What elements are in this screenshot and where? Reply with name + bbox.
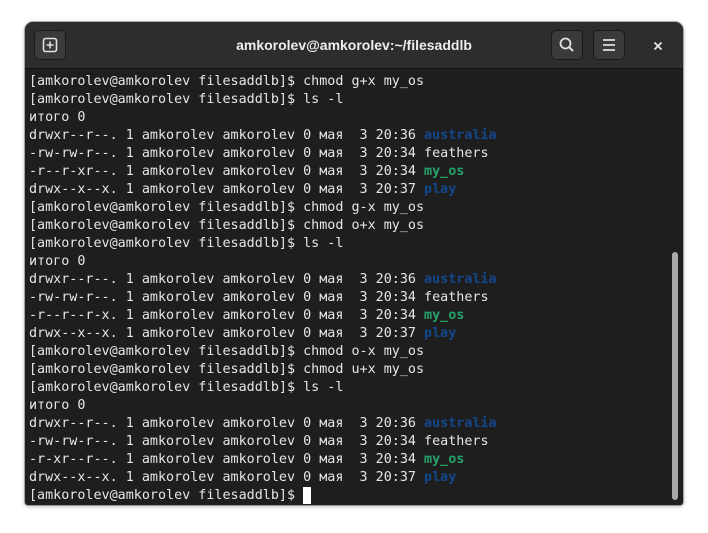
terminal-line: [amkorolev@amkorolev filesaddlb]$ chmod … [29,217,424,235]
terminal-text: -rw-rw-r--. 1 amkorolev amkorolev 0 мая … [29,290,489,305]
terminal-text: -rw-rw-r--. 1 amkorolev amkorolev 0 мая … [29,434,489,449]
terminal-line: [amkorolev@amkorolev filesaddlb]$ ls -l [29,235,343,253]
directory-name: australia [424,416,497,431]
terminal-text: drwx--x--x. 1 amkorolev amkorolev 0 мая … [29,326,425,341]
terminal-line: drwxr--r--. 1 amkorolev amkorolev 0 мая … [29,271,497,289]
search-icon [559,37,574,52]
terminal-line: [amkorolev@amkorolev filesaddlb]$ chmod … [29,73,424,91]
terminal-line: -r--r--r-x. 1 amkorolev amkorolev 0 мая … [29,307,464,325]
new-tab-button[interactable] [34,30,66,60]
scrollbar-thumb[interactable] [672,252,678,500]
terminal-text: drwx--x--x. 1 amkorolev amkorolev 0 мая … [29,470,425,485]
terminal-line: -r--r-xr--. 1 amkorolev amkorolev 0 мая … [29,163,464,181]
terminal-text: drwxr--r--. 1 amkorolev amkorolev 0 мая … [29,416,425,431]
terminal-text: drwxr--r--. 1 amkorolev amkorolev 0 мая … [29,128,425,143]
terminal-text: итого 0 [29,110,86,125]
terminal-text: drwxr--r--. 1 amkorolev amkorolev 0 мая … [29,272,425,287]
directory-name: play [424,182,457,197]
directory-name: australia [424,272,497,287]
terminal-text: [amkorolev@amkorolev filesaddlb]$ chmod … [29,218,425,233]
terminal-line: drwxr--r--. 1 amkorolev amkorolev 0 мая … [29,127,497,145]
terminal-text: [amkorolev@amkorolev filesaddlb]$ chmod … [29,344,425,359]
terminal-line: итого 0 [29,253,85,271]
terminal-line: drwx--x--x. 1 amkorolev amkorolev 0 мая … [29,325,456,343]
text-cursor [303,487,312,504]
terminal-text: [amkorolev@amkorolev filesaddlb]$ ls -l [29,236,344,251]
terminal-line: drwxr--r--. 1 amkorolev amkorolev 0 мая … [29,415,497,433]
executable-name: my_os [424,452,465,467]
terminal-line: drwx--x--x. 1 amkorolev amkorolev 0 мая … [29,181,456,199]
terminal-line: -rw-rw-r--. 1 amkorolev amkorolev 0 мая … [29,145,489,163]
terminal-line: drwx--x--x. 1 amkorolev amkorolev 0 мая … [29,469,456,487]
terminal-text: -r--r--r-x. 1 amkorolev amkorolev 0 мая … [29,308,425,323]
close-icon [653,41,663,51]
terminal-line: [amkorolev@amkorolev filesaddlb]$ chmod … [29,361,424,379]
terminal-text: [amkorolev@amkorolev filesaddlb]$ ls -l [29,380,344,395]
new-tab-icon [42,37,58,53]
directory-name: play [424,326,457,341]
terminal-output[interactable]: [amkorolev@amkorolev filesaddlb]$ chmod … [25,69,671,505]
terminal-text: [amkorolev@amkorolev filesaddlb]$ chmod … [29,200,425,215]
terminal-line: итого 0 [29,397,85,415]
header-bar: amkorolev@amkorolev:~/filesaddlb [25,22,683,69]
terminal-line: [amkorolev@amkorolev filesaddlb]$ ls -l [29,91,343,109]
menu-button[interactable] [593,30,625,60]
terminal-line: -rw-rw-r--. 1 amkorolev amkorolev 0 мая … [29,433,489,451]
executable-name: my_os [424,308,465,323]
terminal-line: итого 0 [29,109,85,127]
terminal-text: -rw-rw-r--. 1 amkorolev amkorolev 0 мая … [29,146,489,161]
terminal-text: -r--r-xr--. 1 amkorolev amkorolev 0 мая … [29,164,425,179]
terminal-text: drwx--x--x. 1 amkorolev amkorolev 0 мая … [29,182,425,197]
terminal-text: [amkorolev@amkorolev filesaddlb]$ chmod … [29,362,425,377]
terminal-line: -r-xr--r--. 1 amkorolev amkorolev 0 мая … [29,451,464,469]
directory-name: australia [424,128,497,143]
hamburger-menu-icon [603,39,615,51]
search-button[interactable] [551,30,583,60]
terminal-line: -rw-rw-r--. 1 amkorolev amkorolev 0 мая … [29,289,489,307]
terminal-line: [amkorolev@amkorolev filesaddlb]$ chmod … [29,199,424,217]
terminal-text: итого 0 [29,398,86,413]
close-button[interactable] [646,34,670,58]
terminal-line: [amkorolev@amkorolev filesaddlb]$ ls -l [29,379,343,397]
terminal-text: -r-xr--r--. 1 amkorolev amkorolev 0 мая … [29,452,425,467]
terminal-window: amkorolev@amkorolev:~/filesaddlb [amkoro… [25,22,683,505]
terminal-text: итого 0 [29,254,86,269]
directory-name: play [424,470,457,485]
terminal-text: [amkorolev@amkorolev filesaddlb]$ ls -l [29,92,344,107]
window-title: amkorolev@amkorolev:~/filesaddlb [236,37,472,53]
terminal-line: [amkorolev@amkorolev filesaddlb]$ [29,487,312,505]
executable-name: my_os [424,164,465,179]
terminal-line: [amkorolev@amkorolev filesaddlb]$ chmod … [29,343,424,361]
terminal-text: [amkorolev@amkorolev filesaddlb]$ [29,488,304,503]
terminal-text: [amkorolev@amkorolev filesaddlb]$ chmod … [29,74,425,89]
